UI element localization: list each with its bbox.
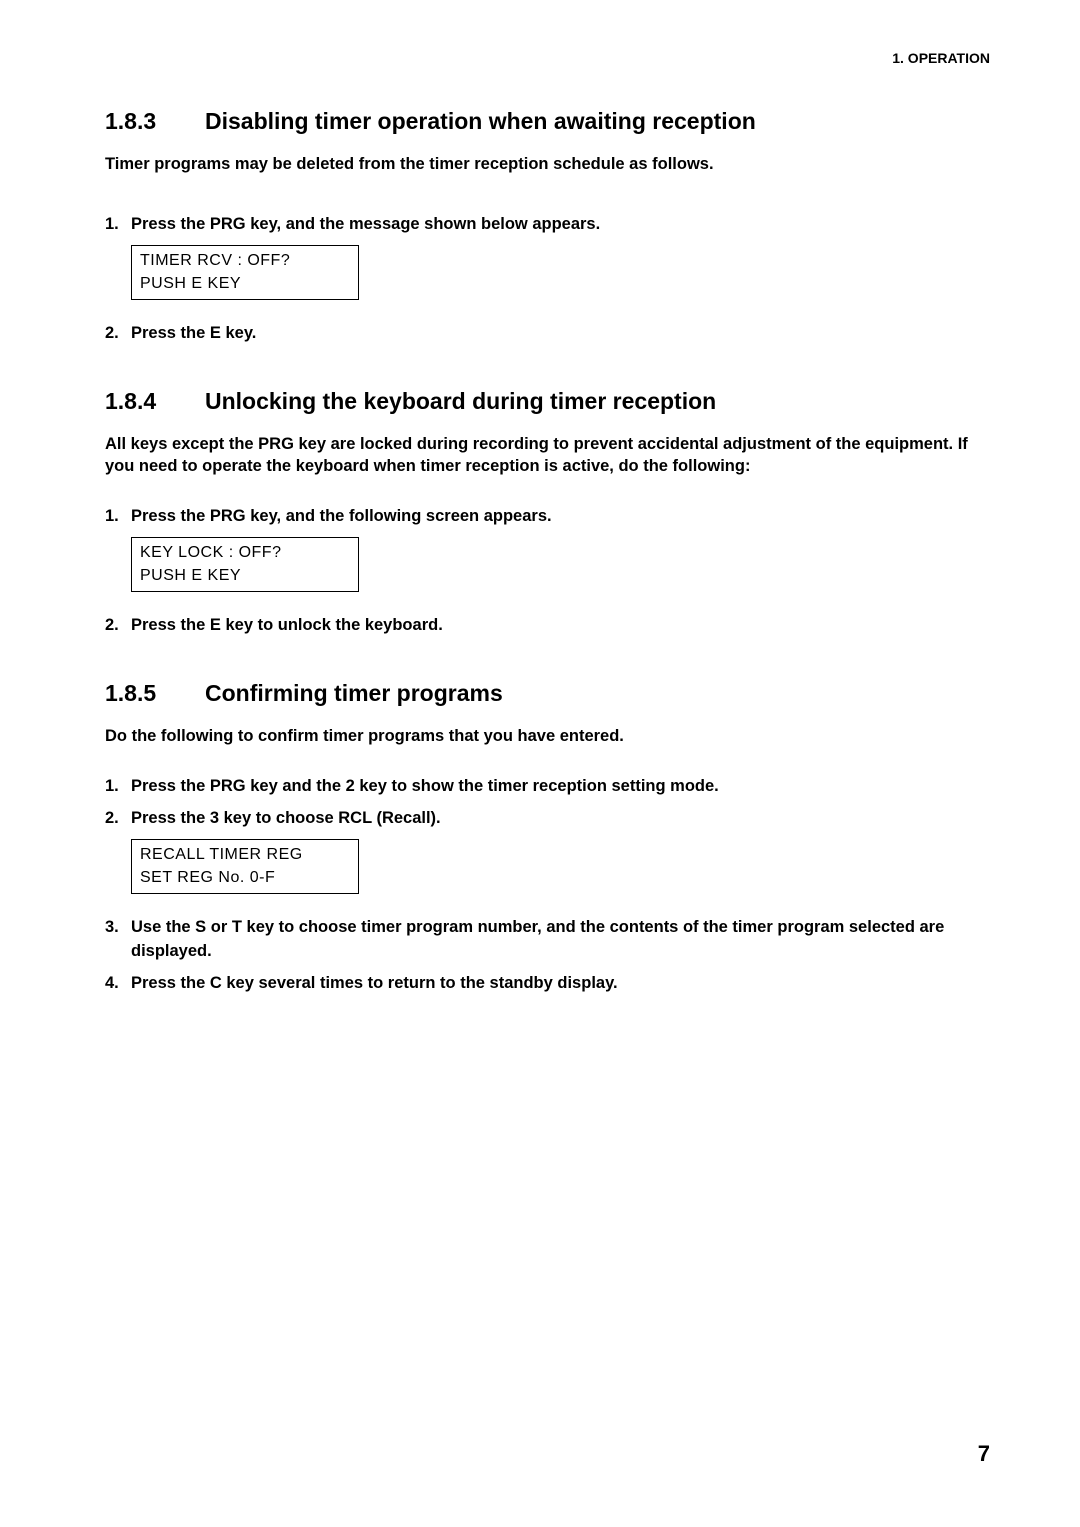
step-text: Press the C key several times to return … (131, 972, 961, 996)
step-number: 2. (105, 807, 131, 831)
section-1-8-5-intro: Do the following to confirm timer progra… (105, 725, 990, 747)
s183-step-1: 1.Press the PRG key, and the message sho… (105, 213, 990, 237)
page-number: 7 (978, 1441, 990, 1467)
s185-display-box: RECALL TIMER REG SET REG No. 0-F (131, 839, 359, 894)
section-title: Confirming timer programs (205, 680, 503, 706)
s184-step-2: 2.Press the E key to unlock the keyboard… (105, 614, 990, 638)
section-number: 1.8.5 (105, 680, 205, 707)
section-number: 1.8.3 (105, 108, 205, 135)
display-line-1: KEY LOCK : OFF? (140, 542, 350, 564)
section-1-8-3-heading: 1.8.3Disabling timer operation when awai… (105, 108, 990, 135)
s184-display-box: KEY LOCK : OFF? PUSH E KEY (131, 537, 359, 592)
step-text: Press the E key to unlock the keyboard. (131, 614, 961, 638)
step-text: Press the PRG key and the 2 key to show … (131, 775, 961, 799)
section-number: 1.8.4 (105, 388, 205, 415)
s185-step-2: 2.Press the 3 key to choose RCL (Recall)… (105, 807, 990, 831)
header-section-label: 1. OPERATION (105, 50, 990, 66)
display-line-2: PUSH E KEY (140, 273, 350, 295)
s185-step-3: 3.Use the S or T key to choose timer pro… (105, 916, 990, 964)
step-text: Press the PRG key, and the following scr… (131, 505, 961, 529)
section-1-8-4-heading: 1.8.4Unlocking the keyboard during timer… (105, 388, 990, 415)
step-text: Press the E key. (131, 322, 961, 346)
s185-step-1: 1.Press the PRG key and the 2 key to sho… (105, 775, 990, 799)
s183-step-2: 2.Press the E key. (105, 322, 990, 346)
step-number: 1. (105, 775, 131, 799)
display-line-2: SET REG No. 0-F (140, 867, 350, 889)
s184-step-1: 1.Press the PRG key, and the following s… (105, 505, 990, 529)
s185-step-4: 4.Press the C key several times to retur… (105, 972, 990, 996)
section-title: Unlocking the keyboard during timer rece… (205, 388, 716, 414)
step-text: Use the S or T key to choose timer progr… (131, 916, 961, 964)
step-number: 1. (105, 505, 131, 529)
step-number: 2. (105, 322, 131, 346)
step-number: 3. (105, 916, 131, 940)
display-line-1: TIMER RCV : OFF? (140, 250, 350, 272)
step-number: 2. (105, 614, 131, 638)
section-1-8-3-intro: Timer programs may be deleted from the t… (105, 153, 990, 175)
section-1-8-4-intro: All keys except the PRG key are locked d… (105, 433, 990, 478)
step-number: 4. (105, 972, 131, 996)
step-text: Press the PRG key, and the message shown… (131, 213, 961, 237)
section-1-8-5-heading: 1.8.5Confirming timer programs (105, 680, 990, 707)
step-text: Press the 3 key to choose RCL (Recall). (131, 807, 961, 831)
display-line-2: PUSH E KEY (140, 565, 350, 587)
section-title: Disabling timer operation when awaiting … (205, 108, 756, 134)
display-line-1: RECALL TIMER REG (140, 844, 350, 866)
step-number: 1. (105, 213, 131, 237)
s183-display-box: TIMER RCV : OFF? PUSH E KEY (131, 245, 359, 300)
